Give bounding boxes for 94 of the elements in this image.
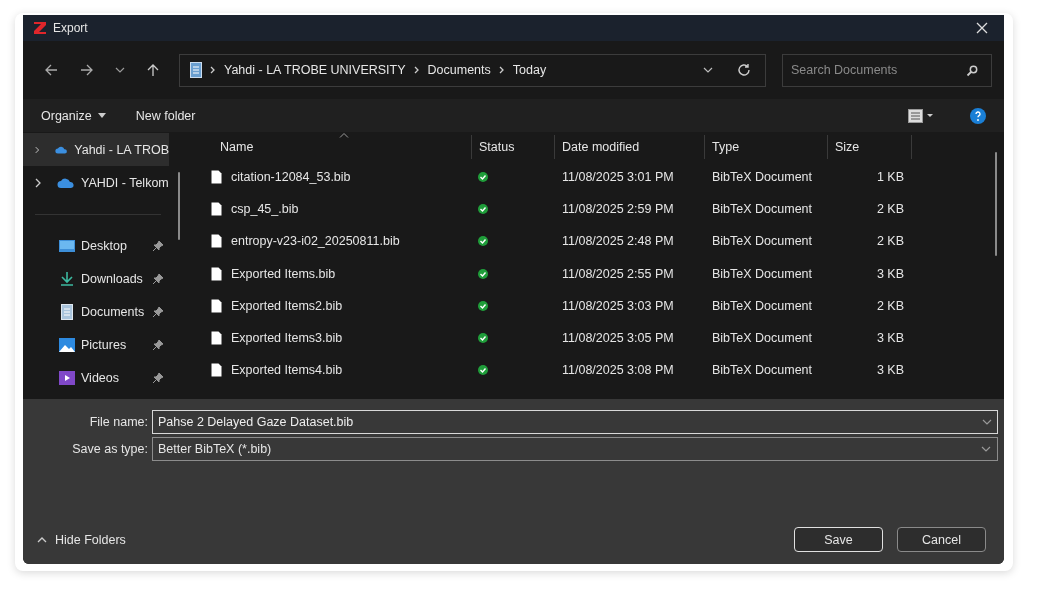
back-arrow-icon [44,63,58,77]
nav-pane-item[interactable]: Videos [23,361,169,394]
column-header[interactable]: Size [828,135,912,159]
address-bar[interactable]: Yahdi - LA TROBE UNIVERSITY Documents Today [179,53,766,87]
type-cell-text: BibTeX Document [711,266,814,281]
refresh-icon[interactable] [737,63,751,77]
date-cell-text: 11/08/2025 3:08 PM [561,363,675,378]
column-header[interactable]: Status [472,135,555,159]
expand-chevron-icon[interactable] [35,177,41,188]
file-name-label: File name: [88,414,149,429]
date-cell-text: 11/08/2025 3:05 PM [561,331,675,346]
search-icon [966,64,978,77]
dropdown-chevron-icon [981,445,991,452]
caret-icon [97,113,106,118]
pin-icon [153,240,163,251]
nav-pane-item[interactable]: Yahdi - LA TROB [23,133,169,166]
nav-pane-item[interactable]: Desktop [23,229,169,262]
file-icon [211,363,222,378]
type-cell-text: BibTeX Document [711,298,814,313]
file-icon [211,234,222,249]
size-cell-text: 2 KB [875,234,905,249]
date-cell-text: 11/08/2025 3:01 PM [561,170,675,185]
chevron-up-icon [37,536,47,543]
cancel-button[interactable]: Cancel [897,527,986,552]
download-icon [59,270,75,287]
search-field[interactable]: Search Documents [782,53,992,87]
pin-icon [153,306,163,317]
new-folder-button[interactable]: New folder [135,108,196,123]
nav-pane-item[interactable]: YAHDI - Telkom [23,166,169,199]
type-cell-text: BibTeX Document [711,234,814,249]
sort-caret-icon [339,133,349,138]
date-cell-text: 11/08/2025 3:03 PM [561,298,675,313]
date-cell-text: 11/08/2025 2:55 PM [561,266,675,281]
file-name-cell[interactable]: Exported Items.bib [189,266,472,281]
pin-icon [153,339,163,350]
size-cell-text: 3 KB [875,331,905,346]
nav-pane-item[interactable]: Downloads [23,262,169,295]
view-options-button[interactable] [908,108,934,123]
dropdown-caret-icon[interactable] [703,67,713,73]
pin-icon [153,372,163,383]
file-icon [211,202,222,217]
breadcrumb-item[interactable]: Documents [427,63,491,77]
app-logo-icon [33,21,47,35]
window-title: Export [53,21,88,35]
type-cell-text: BibTeX Document [711,363,814,378]
help-icon[interactable] [970,107,986,124]
organize-button[interactable]: Organize [41,108,106,123]
videos-icon [59,369,75,386]
type-cell-text: BibTeX Document [711,331,814,346]
document-folder-icon [190,62,202,78]
scrollbar-thumb[interactable] [995,152,997,256]
file-name-cell[interactable]: csp_45_.bib [189,202,472,217]
up-arrow-icon [146,63,160,77]
file-name-cell[interactable]: Exported Items3.bib [189,331,472,346]
file-name-cell[interactable]: Exported Items4.bib [189,363,472,378]
type-cell-text: BibTeX Document [711,170,814,185]
close-icon [976,22,988,34]
nav-pane-item[interactable]: Documents [23,295,169,328]
size-cell-text: 2 KB [875,202,905,217]
size-cell-text: 1 KB [875,170,905,185]
save-button[interactable]: Save [794,527,883,552]
column-header[interactable]: Type [705,135,828,159]
documents-icon [59,303,75,320]
column-header[interactable]: Date modified [555,135,705,159]
file-icon [211,170,222,185]
file-name-field[interactable]: Pahse 2 Delayed Gaze Dataset.bib [152,409,998,434]
scrollbar-thumb[interactable] [178,172,180,240]
desktop-icon [59,237,75,254]
column-header[interactable]: Name [189,135,472,159]
file-name-cell[interactable]: citation-12084_53.bib [189,170,472,185]
date-cell-text: 11/08/2025 2:59 PM [561,202,675,217]
cloud-icon [57,176,75,189]
save-as-type-label: Save as type: [71,441,149,456]
file-icon [211,266,222,281]
chevron-down-icon [115,67,125,73]
pictures-icon [59,336,75,353]
date-cell-text: 11/08/2025 2:48 PM [561,234,675,249]
list-view-icon [908,108,934,123]
save-as-type-dropdown[interactable]: Better BibTeX (*.bib) [152,436,998,461]
file-name-cell[interactable]: entropy-v23-i02_20250811.bib [189,234,472,249]
forward-arrow-icon [80,63,94,77]
breadcrumb-item[interactable]: Yahdi - LA TROBE UNIVERSITY [224,63,406,77]
file-icon [211,298,222,313]
size-cell-text: 2 KB [875,298,905,313]
file-icon [211,331,222,346]
nav-pane-item[interactable]: Pictures [23,328,169,361]
hide-folders-button[interactable]: Hide Folders [37,532,126,547]
dropdown-chevron-icon[interactable] [982,418,992,425]
file-name-cell[interactable]: Exported Items2.bib [189,298,472,313]
type-cell-text: BibTeX Document [711,202,814,217]
size-cell-text: 3 KB [875,266,905,281]
size-cell-text: 3 KB [875,363,905,378]
breadcrumb-item[interactable]: Today [512,63,547,77]
pin-icon [153,273,163,284]
